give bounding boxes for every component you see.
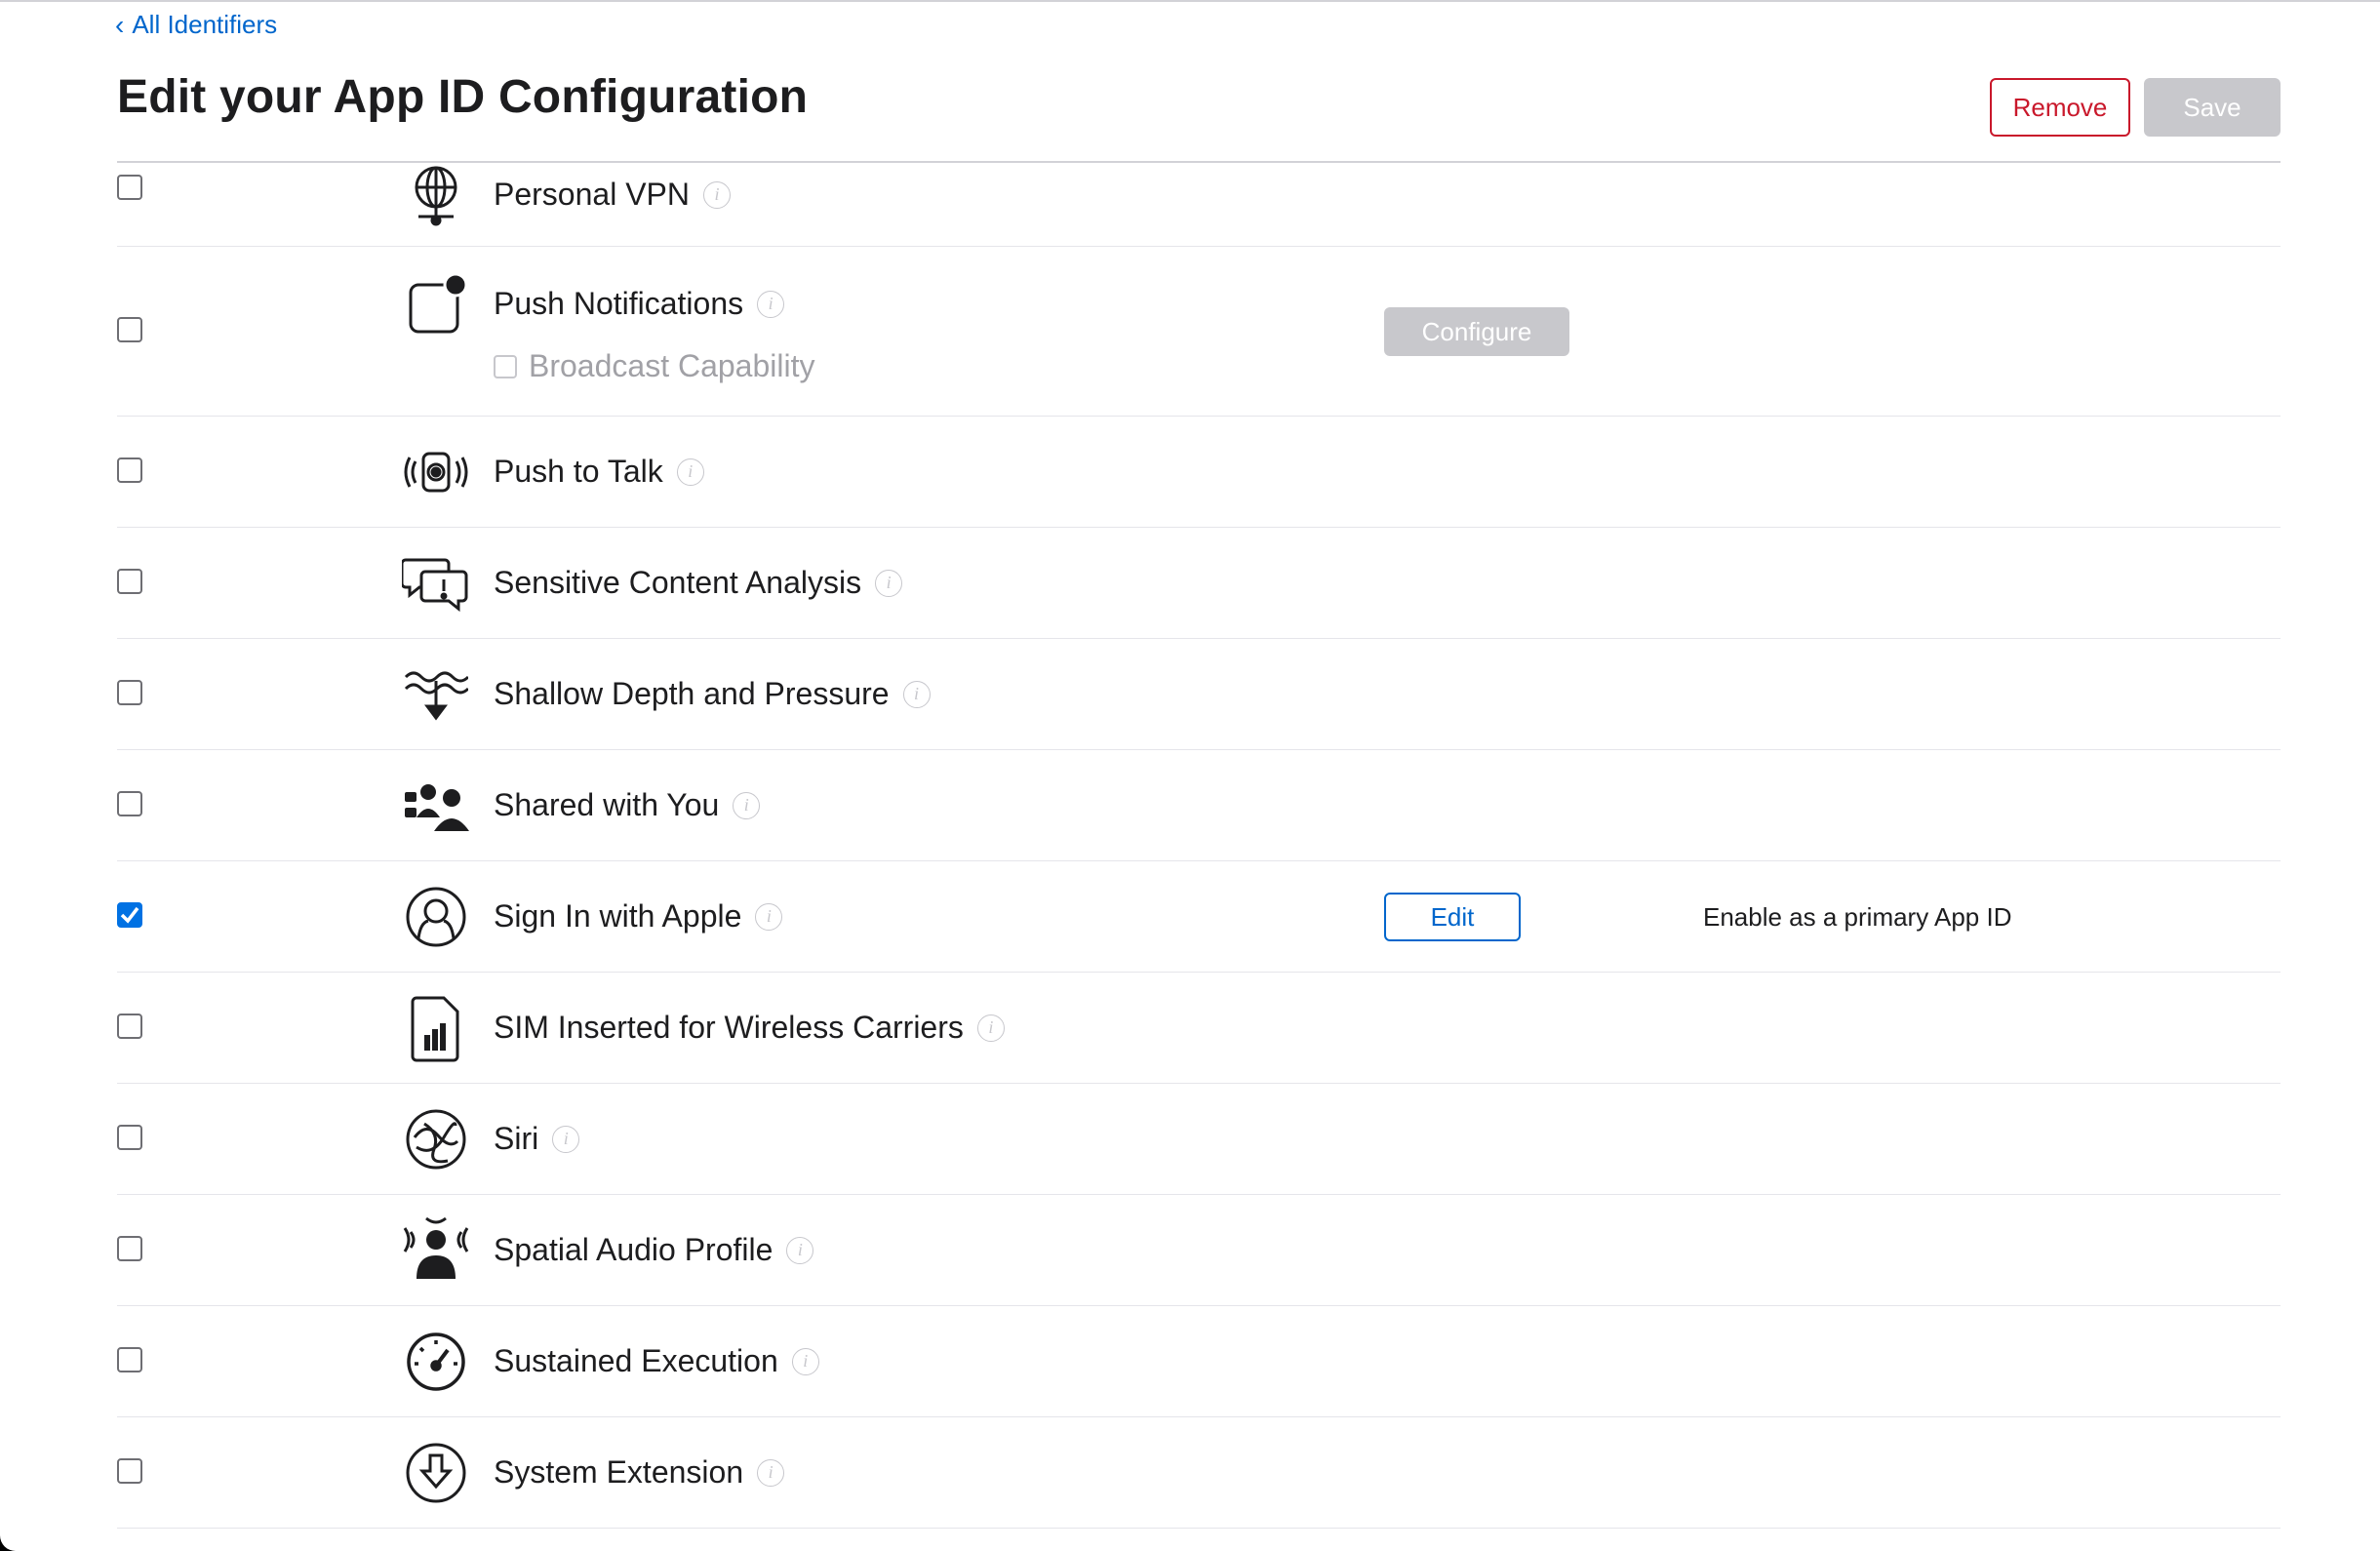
sim-card-icon <box>402 994 470 1062</box>
capability-name: Shared with You i <box>494 787 761 823</box>
capability-label: Shallow Depth and Pressure <box>494 676 890 711</box>
broadcast-capability-label: Broadcast Capability <box>529 348 815 383</box>
globe-network-icon <box>402 163 470 231</box>
notification-badge-icon <box>402 272 470 340</box>
capability-name: System Extension i <box>494 1454 785 1491</box>
capability-name: SIM Inserted for Wireless Carriers i <box>494 1010 1005 1046</box>
capability-checkbox[interactable] <box>117 175 142 200</box>
info-icon[interactable]: i <box>702 180 731 209</box>
edit-button[interactable]: Edit <box>1384 893 1521 941</box>
capability-name: Sign In with Apple i <box>494 898 783 935</box>
capability-checkbox-checked[interactable] <box>117 902 142 928</box>
info-icon[interactable]: i <box>902 680 931 708</box>
capability-checkbox[interactable] <box>117 1236 142 1261</box>
info-icon[interactable]: i <box>786 1236 814 1264</box>
siri-icon <box>402 1105 470 1173</box>
capability-row-personal-vpn: Personal VPN i <box>117 163 2281 247</box>
capability-row-sign-in-with-apple: Sign In with Apple i Edit Enable as a pr… <box>117 861 2281 973</box>
capability-checkbox[interactable] <box>117 457 142 483</box>
walkie-talkie-icon <box>402 438 470 506</box>
capability-label: Push to Talk <box>494 454 663 489</box>
capability-label: Sustained Execution <box>494 1343 778 1378</box>
capability-row-system-extension: System Extension i <box>117 1417 2281 1529</box>
capability-checkbox[interactable] <box>117 1014 142 1039</box>
info-icon[interactable]: i <box>976 1014 1005 1042</box>
capability-row-sustained-execution: Sustained Execution i <box>117 1306 2281 1417</box>
info-icon[interactable]: i <box>755 902 783 931</box>
capability-label: Spatial Audio Profile <box>494 1232 774 1267</box>
spatial-audio-icon <box>402 1213 470 1281</box>
capability-name: Siri i <box>494 1121 580 1157</box>
page: ‹ All Identifiers Edit your App ID Confi… <box>0 0 2380 1551</box>
remove-button[interactable]: Remove <box>1990 78 2130 137</box>
capability-checkbox[interactable] <box>117 317 142 342</box>
capability-name: Shallow Depth and Pressure i <box>494 676 931 712</box>
capability-row-shared-with-you: Shared with You i <box>117 750 2281 861</box>
capability-label: System Extension <box>494 1454 744 1490</box>
capability-label: Siri <box>494 1121 539 1156</box>
info-icon[interactable]: i <box>757 1458 785 1487</box>
checkmark-icon <box>120 906 139 924</box>
configure-button[interactable]: Configure <box>1384 307 1569 356</box>
capability-name: Personal VPN i <box>494 177 731 213</box>
capability-row-sim-inserted: SIM Inserted for Wireless Carriers i <box>117 973 2281 1084</box>
capability-label: SIM Inserted for Wireless Carriers <box>494 1010 964 1045</box>
download-circle-icon <box>402 1439 470 1507</box>
capability-row-shallow-depth-and-pressure: Shallow Depth and Pressure i <box>117 639 2281 750</box>
primary-app-id-note: Enable as a primary App ID <box>1703 902 2012 932</box>
capability-checkbox[interactable] <box>117 1125 142 1150</box>
speech-bubble-warning-icon <box>402 549 470 617</box>
capability-checkbox[interactable] <box>117 569 142 594</box>
capability-row-sensitive-content-analysis: Sensitive Content Analysis i <box>117 528 2281 639</box>
capability-name: Push to Talk i <box>494 454 704 490</box>
capability-name: Sensitive Content Analysis i <box>494 565 903 601</box>
save-button[interactable]: Save <box>2144 78 2281 137</box>
capability-label: Personal VPN <box>494 177 690 212</box>
page-title: Edit your App ID Configuration <box>117 71 809 123</box>
capability-label: Push Notifications <box>494 286 744 321</box>
capability-label: Shared with You <box>494 787 720 822</box>
capability-row-push-to-talk: Push to Talk i <box>117 417 2281 528</box>
chevron-left-icon: ‹ <box>115 9 125 40</box>
capabilities-list: Personal VPN i Push Notifications i Broa… <box>117 163 2281 1529</box>
info-icon[interactable]: i <box>552 1125 580 1153</box>
capability-checkbox[interactable] <box>117 1347 142 1372</box>
info-icon[interactable]: i <box>676 457 704 486</box>
capability-name: Push Notifications i <box>494 286 785 322</box>
capability-row-siri: Siri i <box>117 1084 2281 1195</box>
capability-checkbox[interactable] <box>117 1458 142 1484</box>
capability-name: Spatial Audio Profile i <box>494 1232 814 1268</box>
back-link[interactable]: ‹ All Identifiers <box>115 10 277 40</box>
info-icon[interactable]: i <box>733 791 761 819</box>
info-icon[interactable]: i <box>757 290 785 318</box>
capability-row-push-notifications: Push Notifications i Broadcast Capabilit… <box>117 247 2281 417</box>
capability-label: Sensitive Content Analysis <box>494 565 862 600</box>
capability-checkbox[interactable] <box>117 791 142 816</box>
capability-name: Sustained Execution i <box>494 1343 819 1379</box>
back-link-label: All Identifiers <box>132 10 278 39</box>
person-circle-icon <box>402 883 470 951</box>
gauge-icon <box>402 1328 470 1396</box>
capability-checkbox[interactable] <box>117 680 142 705</box>
capability-label: Sign In with Apple <box>494 898 742 934</box>
shared-people-icon <box>402 772 470 840</box>
broadcast-capability-option: Broadcast Capability <box>494 348 814 384</box>
water-depth-icon <box>402 660 470 729</box>
info-icon[interactable]: i <box>875 569 903 597</box>
info-icon[interactable]: i <box>791 1347 819 1375</box>
capability-row-spatial-audio-profile: Spatial Audio Profile i <box>117 1195 2281 1306</box>
broadcast-capability-checkbox[interactable] <box>494 354 517 378</box>
